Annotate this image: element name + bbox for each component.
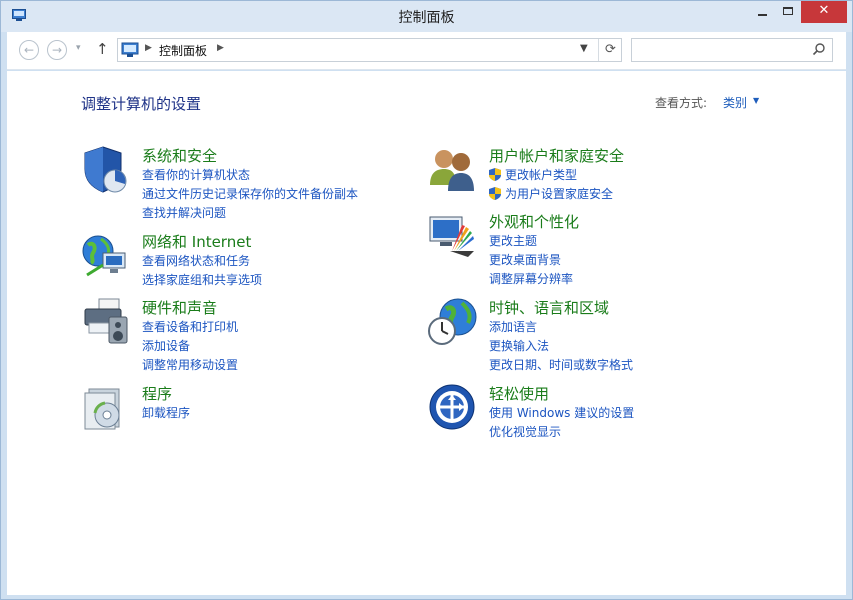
link-family-safety[interactable]: 为用户设置家庭安全 <box>489 185 613 202</box>
category-hardware-sound: 硬件和声音 查看设备和打印机 添加设备 调整常用移动设置 <box>81 297 421 377</box>
programs-icon[interactable] <box>81 383 131 433</box>
link-change-account-type-text[interactable]: 更改帐户类型 <box>505 168 577 182</box>
uac-shield-icon <box>489 187 501 200</box>
category-title-programs[interactable]: 程序 <box>142 383 172 404</box>
link-change-desktop-background[interactable]: 更改桌面背景 <box>489 251 561 268</box>
category-ease-of-access: 轻松使用 使用 Windows 建议的设置 优化视觉显示 <box>428 383 808 443</box>
search-input[interactable] <box>631 38 833 62</box>
category-title-hardware-sound[interactable]: 硬件和声音 <box>142 297 217 318</box>
link-screen-resolution[interactable]: 调整屏幕分辨率 <box>489 270 573 287</box>
category-title-clock-region[interactable]: 时钟、语言和区域 <box>489 297 609 318</box>
navigation-bar: ← → ▾ ↑ ▶ 控制面板 ▶ ▼ ⟳ <box>7 32 846 70</box>
up-button[interactable]: ↑ <box>96 40 109 58</box>
clock-region-icon[interactable] <box>428 297 478 347</box>
hardware-sound-icon[interactable] <box>81 297 131 347</box>
category-appearance: 外观和个性化 更改主题 更改桌面背景 调整屏幕分辨率 <box>428 211 808 291</box>
breadcrumb-separator-icon[interactable]: ▶ <box>145 43 152 53</box>
category-network-internet: 网络和 Internet 查看网络状态和任务 选择家庭组和共享选项 <box>81 231 421 291</box>
link-file-history-backup[interactable]: 通过文件历史记录保存你的文件备份副本 <box>142 185 358 202</box>
link-view-computer-status[interactable]: 查看你的计算机状态 <box>142 166 250 183</box>
link-optimize-visual-display[interactable]: 优化视觉显示 <box>489 423 561 440</box>
link-windows-recommended-settings[interactable]: 使用 Windows 建议的设置 <box>489 404 634 421</box>
link-homegroup-sharing[interactable]: 选择家庭组和共享选项 <box>142 271 262 288</box>
address-bar[interactable]: ▶ 控制面板 ▶ ▼ ⟳ <box>117 38 622 62</box>
maximize-icon <box>783 7 793 15</box>
link-change-account-type[interactable]: 更改帐户类型 <box>489 166 577 183</box>
category-title-appearance[interactable]: 外观和个性化 <box>489 211 579 232</box>
network-icon[interactable] <box>81 231 131 281</box>
address-history-chevron-icon[interactable]: ▼ <box>580 43 588 54</box>
recent-locations-chevron-icon[interactable]: ▾ <box>76 43 81 53</box>
category-programs: 程序 卸载程序 <box>81 383 421 443</box>
view-by-dropdown[interactable]: 类别 <box>723 94 747 111</box>
link-family-safety-text[interactable]: 为用户设置家庭安全 <box>505 187 613 201</box>
uac-shield-icon <box>489 168 501 181</box>
category-title-system-security[interactable]: 系统和安全 <box>142 145 217 166</box>
minimize-icon <box>758 14 767 16</box>
link-uninstall-program[interactable]: 卸载程序 <box>142 404 190 421</box>
minimize-button[interactable] <box>749 1 775 23</box>
link-change-input-method[interactable]: 更换输入法 <box>489 337 549 354</box>
breadcrumb-control-panel[interactable]: 控制面板 <box>159 42 207 59</box>
link-mobility-settings[interactable]: 调整常用移动设置 <box>142 356 238 373</box>
link-troubleshoot[interactable]: 查找并解决问题 <box>142 204 226 221</box>
category-title-ease-of-access[interactable]: 轻松使用 <box>489 383 549 404</box>
control-panel-icon <box>121 42 139 57</box>
category-title-network-internet[interactable]: 网络和 Internet <box>142 231 251 252</box>
ease-of-access-icon[interactable] <box>428 383 478 433</box>
refresh-button[interactable]: ⟳ <box>598 39 622 61</box>
breadcrumb-separator-icon[interactable]: ▶ <box>217 43 224 53</box>
link-devices-printers[interactable]: 查看设备和打印机 <box>142 318 238 335</box>
forward-button[interactable]: → <box>47 40 67 60</box>
close-button[interactable]: ✕ <box>801 1 847 23</box>
search-icon[interactable] <box>812 42 826 56</box>
link-network-status[interactable]: 查看网络状态和任务 <box>142 252 250 269</box>
main-content: 调整计算机的设置 查看方式: 类别 ▼ 系统和安全 查看你的计算机状态 通过文件… <box>7 71 846 595</box>
system-security-icon[interactable] <box>81 145 131 195</box>
maximize-button[interactable] <box>775 1 801 23</box>
chevron-down-icon[interactable]: ▼ <box>753 96 759 105</box>
category-title-user-accounts[interactable]: 用户帐户和家庭安全 <box>489 145 624 166</box>
control-panel-window: 控制面板 ✕ ← → ▾ ↑ ▶ 控制面板 ▶ ▼ ⟳ 调整计算机的设置 查看方… <box>0 0 853 600</box>
user-accounts-icon[interactable] <box>428 145 478 195</box>
back-button[interactable]: ← <box>19 40 39 60</box>
category-system-security: 系统和安全 查看你的计算机状态 通过文件历史记录保存你的文件备份副本 查找并解决… <box>81 145 421 225</box>
page-title: 调整计算机的设置 <box>81 95 202 113</box>
link-add-device[interactable]: 添加设备 <box>142 337 190 354</box>
link-add-language[interactable]: 添加语言 <box>489 318 537 335</box>
category-user-accounts: 用户帐户和家庭安全 更改帐户类型 为用户设置家庭安全 <box>428 145 808 205</box>
appearance-icon[interactable] <box>428 211 478 261</box>
view-by-label: 查看方式: <box>655 96 708 110</box>
title-bar[interactable]: 控制面板 ✕ <box>1 1 852 32</box>
link-change-theme[interactable]: 更改主题 <box>489 232 537 249</box>
window-title: 控制面板 <box>398 10 455 26</box>
link-date-time-number-format[interactable]: 更改日期、时间或数字格式 <box>489 356 633 373</box>
category-clock-region: 时钟、语言和区域 添加语言 更换输入法 更改日期、时间或数字格式 <box>428 297 808 377</box>
